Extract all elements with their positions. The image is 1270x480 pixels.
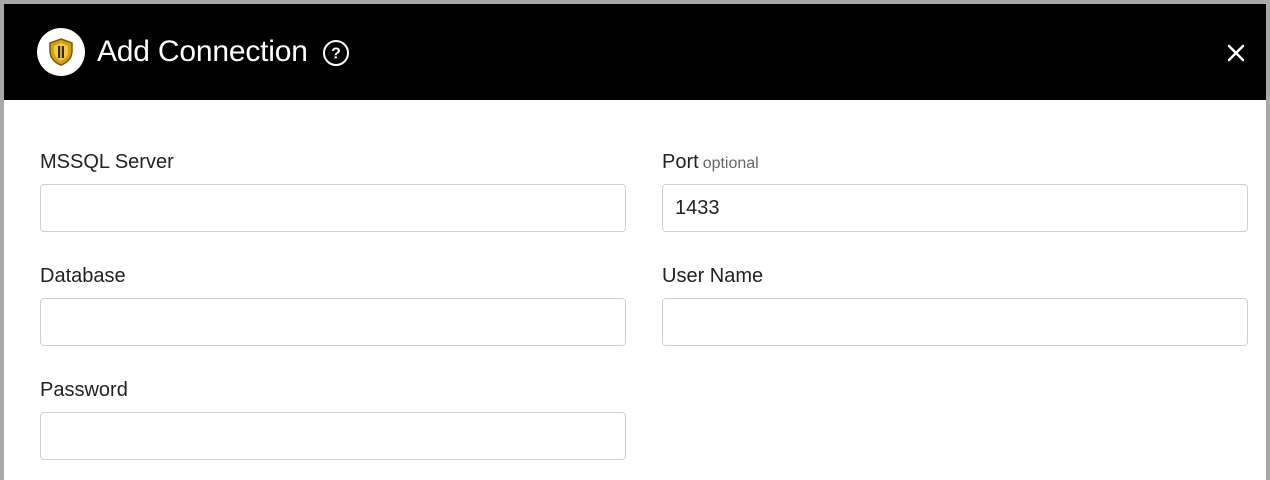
- port-input[interactable]: [662, 184, 1248, 232]
- server-input[interactable]: [40, 184, 626, 232]
- password-label: Password: [40, 379, 128, 401]
- username-input[interactable]: [662, 298, 1248, 346]
- username-label: User Name: [662, 265, 764, 287]
- question-circle-icon: ?: [323, 40, 349, 66]
- close-button[interactable]: [1222, 39, 1250, 67]
- close-icon: [1227, 44, 1245, 62]
- port-label: Port: [662, 151, 699, 173]
- help-icon[interactable]: ?: [322, 39, 350, 67]
- shield-logo-icon: [49, 38, 73, 66]
- database-input[interactable]: [40, 298, 626, 346]
- password-input[interactable]: [40, 412, 626, 460]
- dialog-header: Add Connection ?: [4, 4, 1266, 100]
- optional-hint: optional: [702, 155, 759, 172]
- server-label: MSSQL Server: [40, 151, 174, 173]
- dialog-title: Add Connection: [97, 35, 308, 68]
- app-logo: [37, 28, 85, 76]
- database-label: Database: [40, 265, 126, 287]
- svg-text:?: ?: [331, 46, 341, 63]
- port-label-group: Port optional: [662, 150, 759, 176]
- add-connection-dialog: Add Connection ? MSSQL Server Port option…: [0, 0, 1270, 480]
